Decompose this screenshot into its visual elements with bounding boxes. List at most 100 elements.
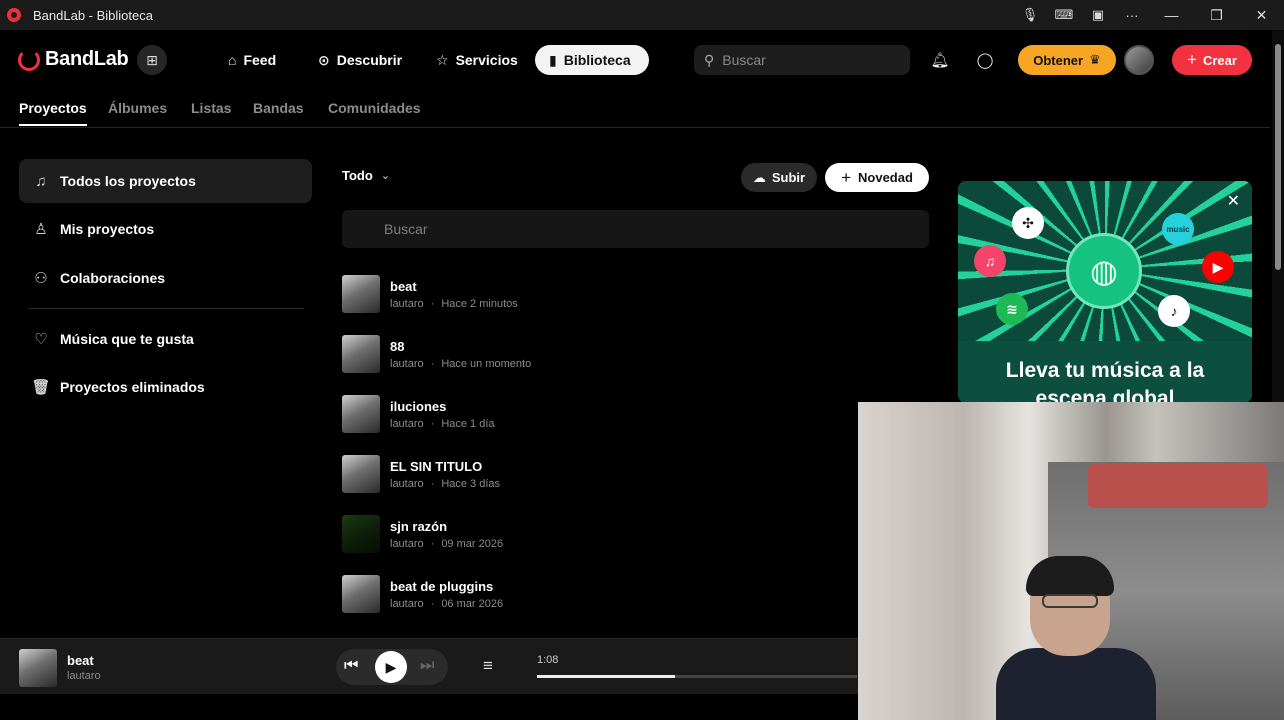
- project-thumbnail: [342, 395, 380, 433]
- webcam-person-body: [996, 648, 1156, 720]
- webcam-person-glasses: [1042, 594, 1098, 608]
- project-thumbnail: [342, 575, 380, 613]
- tab-bandas[interactable]: Bandas: [253, 100, 304, 116]
- project-row[interactable]: sjn razón lautaro · 09 mar 2026: [342, 514, 842, 554]
- sidebar-item-label: Todos los proyectos: [60, 173, 196, 189]
- webcam-background-object: [1088, 464, 1268, 508]
- play-button[interactable]: ▶: [375, 651, 407, 683]
- obtener-label: Obtener: [1033, 52, 1084, 68]
- global-search-input[interactable]: [722, 52, 893, 68]
- promo-card: ✕ ◍ ✣ ♫ ≋ music ▶ ♪ Lleva tu música a la…: [958, 181, 1252, 403]
- project-row[interactable]: iluciones lautaro · Hace 1 día: [342, 394, 842, 434]
- queue-icon[interactable]: ≡: [483, 656, 493, 676]
- plus-icon: +: [841, 167, 852, 187]
- compass-icon: ⊙: [318, 51, 330, 68]
- previous-track-icon[interactable]: ⏮: [344, 657, 358, 675]
- keyboard-icon[interactable]: ⌨: [1047, 0, 1081, 30]
- close-icon[interactable]: ✕: [1227, 191, 1240, 211]
- apps-grid-button[interactable]: ⊞: [137, 45, 167, 75]
- project-time: Hace un momento: [441, 357, 532, 370]
- distribution-globe-icon: ◍: [1066, 233, 1142, 309]
- nav-descubrir[interactable]: ⊙ Descubrir: [318, 45, 402, 75]
- project-thumbnail: [342, 335, 380, 373]
- close-window-button[interactable]: ✕: [1239, 0, 1284, 30]
- progress-fill: [537, 675, 675, 678]
- sidebar-item-proyectos-eliminados[interactable]: 🗑︎ Proyectos eliminados: [19, 365, 312, 409]
- star-icon: ☆: [436, 51, 449, 68]
- more-icon[interactable]: ···: [1115, 0, 1149, 30]
- progress-bar[interactable]: [537, 675, 857, 678]
- nav-servicios[interactable]: ☆ Servicios: [436, 45, 518, 75]
- upload-button[interactable]: ☁ Subir: [741, 163, 817, 192]
- nav-biblioteca-label: Biblioteca: [563, 52, 631, 68]
- new-project-label: Novedad: [858, 170, 913, 185]
- cast-icon[interactable]: ▣: [1081, 0, 1115, 30]
- music-note-icon: ♫: [35, 172, 47, 190]
- sidebar-item-mis-proyectos[interactable]: ♙ Mis proyectos: [19, 207, 312, 251]
- webcam-person: [996, 556, 1156, 720]
- filter-dropdown[interactable]: Todo ⌄: [342, 168, 390, 183]
- messages-icon[interactable]: ◯: [973, 48, 997, 72]
- bandlab-logo[interactable]: BandLab: [18, 48, 129, 71]
- trash-icon: 🗑︎: [31, 379, 51, 396]
- logo-text: BandLab: [45, 48, 129, 70]
- project-artist: lautaro: [390, 537, 424, 550]
- project-artist: lautaro: [390, 357, 424, 370]
- promo-headline-line1: Lleva tu música a la: [1005, 359, 1205, 382]
- project-time: 06 mar 2026: [441, 597, 504, 610]
- tab-proyectos[interactable]: Proyectos: [19, 100, 87, 126]
- nav-feed[interactable]: ⌂ Feed: [228, 45, 276, 75]
- webcam-person-hair: [1026, 556, 1114, 596]
- upload-label: Subir: [771, 170, 806, 185]
- now-playing-artist: lautaro: [67, 670, 101, 682]
- restore-button[interactable]: ❐: [1194, 0, 1239, 30]
- global-search[interactable]: ⚲: [694, 45, 910, 75]
- new-project-button[interactable]: + Novedad: [825, 163, 929, 192]
- tab-listas[interactable]: Listas: [191, 100, 231, 116]
- sidebar-item-label: Mis proyectos: [60, 221, 155, 237]
- home-icon: ⌂: [228, 52, 237, 68]
- play-icon: ▶: [385, 658, 397, 675]
- obtener-button[interactable]: Obtener ♛: [1018, 45, 1116, 75]
- sidebar-item-musica-que-te-gusta[interactable]: ♡ Música que te gusta: [19, 317, 312, 361]
- project-search-input[interactable]: [384, 221, 904, 237]
- next-track-icon[interactable]: ⏭: [420, 657, 434, 675]
- project-search[interactable]: [342, 210, 929, 248]
- promo-headline-line2: escena global: [1035, 387, 1175, 403]
- sidebar-item-colaboraciones[interactable]: ⚇ Colaboraciones: [19, 256, 312, 300]
- tab-comunidades[interactable]: Comunidades: [328, 100, 421, 116]
- microphone-icon[interactable]: 🎙: [1013, 0, 1047, 30]
- playback-controls: ⏮ ▶ ⏭: [336, 649, 448, 685]
- tidal-icon: ✣: [1012, 207, 1044, 239]
- scrollbar-thumb[interactable]: [1275, 44, 1281, 270]
- project-row[interactable]: EL SIN TITULO lautaro · Hace 3 días: [342, 454, 842, 494]
- nav-servicios-label: Servicios: [455, 52, 518, 68]
- notifications-bell-icon[interactable]: 🔔︎: [928, 48, 952, 72]
- project-title: sjn razón: [390, 518, 448, 534]
- sidebar-item-todos-los-proyectos[interactable]: ♫ Todos los proyectos: [19, 159, 312, 203]
- plus-icon: +: [1187, 50, 1197, 69]
- nav-biblioteca[interactable]: ▮ Biblioteca: [535, 45, 649, 75]
- project-time: 09 mar 2026: [441, 537, 504, 550]
- minimize-button[interactable]: —: [1149, 0, 1194, 30]
- window-titlebar: BandLab - Biblioteca 🎙 ⌨ ▣ ··· — ❐ ✕: [0, 0, 1284, 30]
- cloud-upload-icon: ☁: [752, 169, 766, 185]
- project-time: Hace 2 minutos: [441, 297, 518, 310]
- sidebar-divider: [28, 308, 304, 309]
- promo-headline: Lleva tu música a la escena global: [958, 357, 1252, 403]
- bandlab-app-icon: [7, 8, 21, 22]
- project-row[interactable]: beat de pluggins lautaro · 06 mar 2026: [342, 574, 842, 614]
- user-avatar[interactable]: [1124, 45, 1154, 75]
- webcam-overlay: [858, 402, 1284, 720]
- project-row[interactable]: 88 lautaro · Hace un momento: [342, 334, 842, 374]
- project-thumbnail: [342, 455, 380, 493]
- tab-albumes[interactable]: Álbumes: [108, 100, 167, 116]
- crear-label: Crear: [1202, 52, 1237, 68]
- now-playing-thumbnail: [19, 649, 57, 687]
- project-title: iluciones: [390, 398, 447, 414]
- project-time: Hace 1 día: [441, 417, 495, 430]
- project-row[interactable]: beat lautaro · Hace 2 minutos: [342, 274, 842, 314]
- project-title: beat: [390, 278, 417, 294]
- crear-button[interactable]: + Crear: [1172, 45, 1252, 75]
- youtube-music-icon: ▶: [1202, 251, 1234, 283]
